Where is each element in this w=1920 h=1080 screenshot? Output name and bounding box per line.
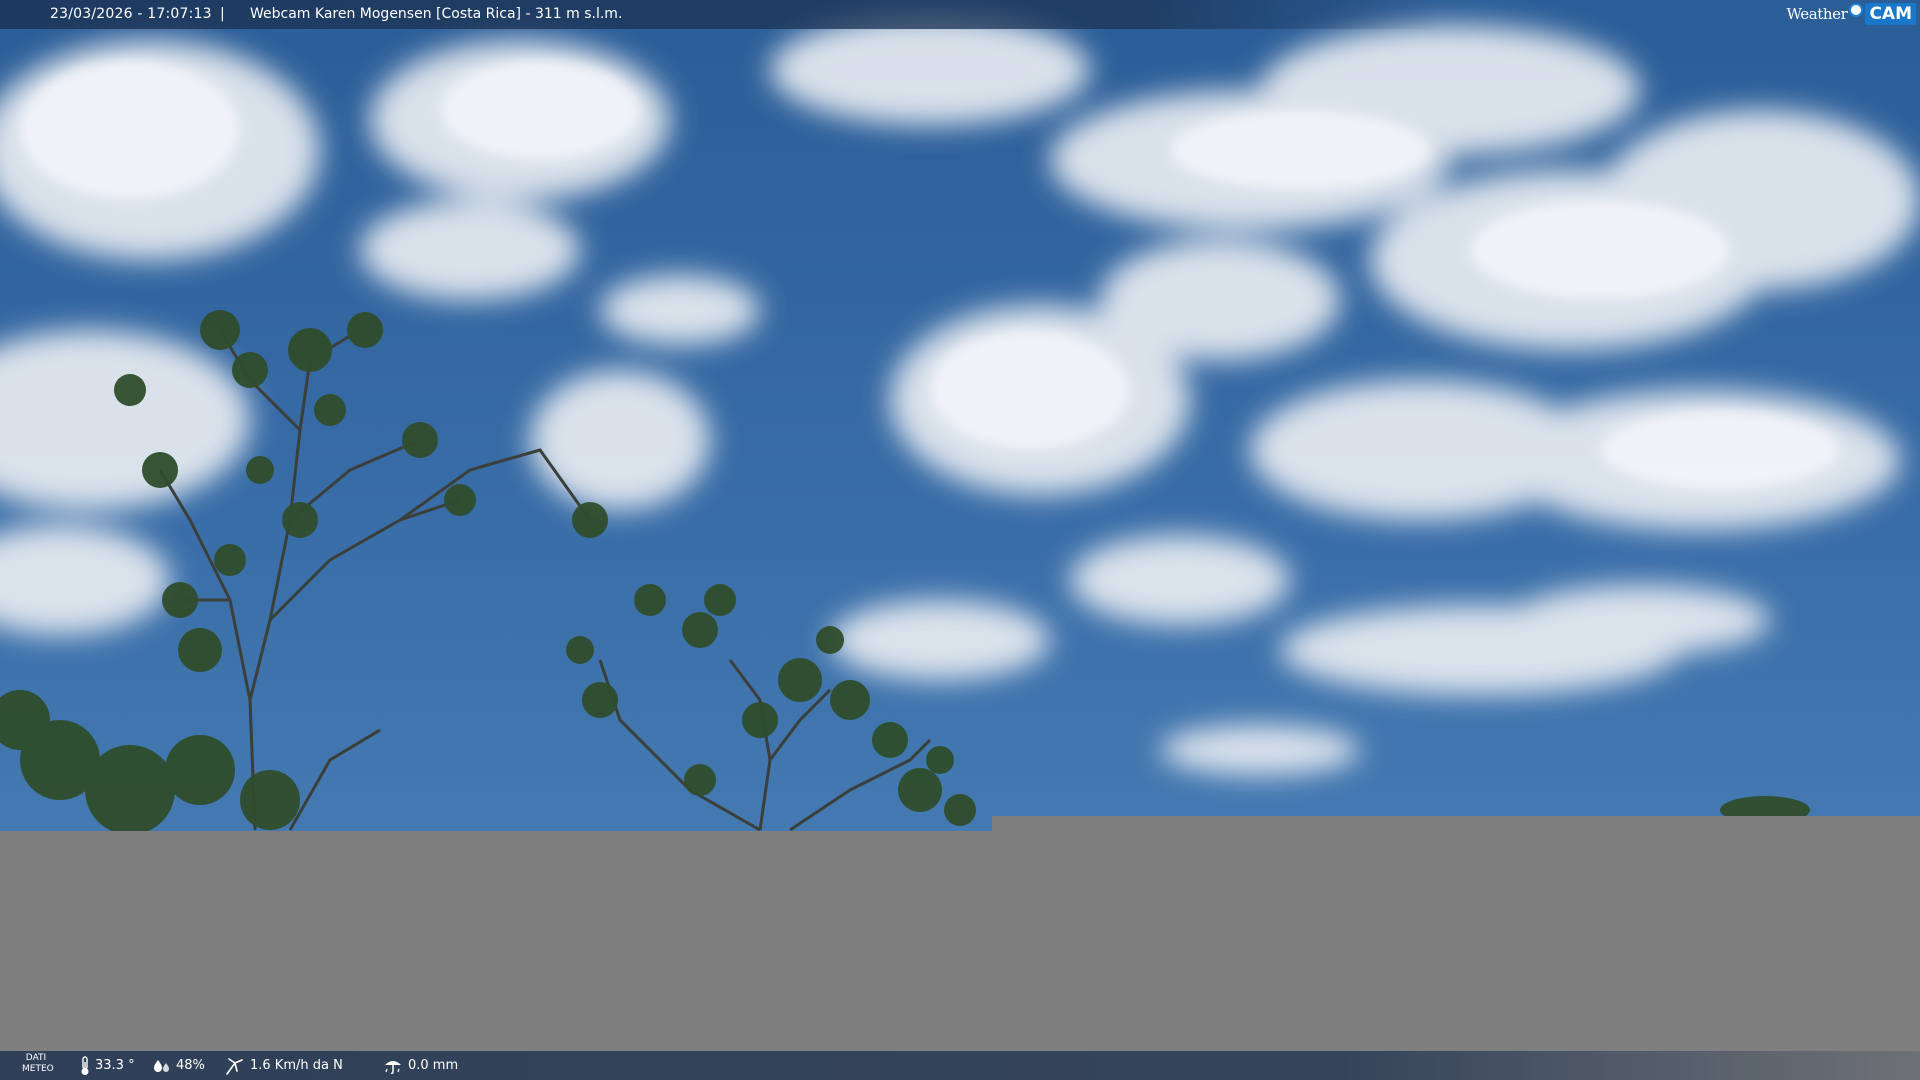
wind-value: 1.6 Km/h da N bbox=[250, 1058, 343, 1073]
temperature-value: 33.3 ° bbox=[95, 1058, 135, 1073]
label-line-2: METEO bbox=[22, 1064, 54, 1074]
timestamp: 23/03/2026 - 17:07:13 bbox=[50, 6, 212, 22]
humidity-reading: 48% bbox=[153, 1051, 205, 1080]
webcam-image bbox=[0, 0, 1920, 1080]
thermometer-icon bbox=[80, 1055, 90, 1076]
weathercam-logo[interactable]: Weather CAM bbox=[1786, 2, 1920, 26]
webcam-title: Webcam Karen Mogensen [Costa Rica] - 311… bbox=[250, 6, 623, 22]
wind-icon bbox=[225, 1057, 245, 1075]
humidity-icon bbox=[153, 1058, 171, 1074]
masked-area bbox=[0, 816, 1920, 1080]
logo-cam-text: CAM bbox=[1865, 3, 1916, 25]
weather-data-bar: DATI METEO 33.3 ° 48% 1.6 Km/h da N 0.0 … bbox=[0, 1051, 1920, 1080]
humidity-value: 48% bbox=[176, 1058, 205, 1073]
rain-reading: 0.0 mm bbox=[383, 1051, 458, 1080]
header-separator: | bbox=[220, 6, 225, 22]
logo-weather-text: Weather bbox=[1786, 4, 1848, 23]
logo-dot-icon bbox=[1849, 3, 1864, 17]
weather-data-label: DATI METEO bbox=[22, 1053, 54, 1075]
label-line-1: DATI bbox=[25, 1053, 47, 1063]
rain-value: 0.0 mm bbox=[408, 1058, 459, 1073]
temperature-reading: 33.3 ° bbox=[80, 1051, 135, 1080]
header-bar: 23/03/2026 - 17:07:13 | Webcam Karen Mog… bbox=[0, 0, 1920, 29]
wind-reading: 1.6 Km/h da N bbox=[225, 1051, 343, 1080]
rain-icon bbox=[383, 1057, 403, 1075]
